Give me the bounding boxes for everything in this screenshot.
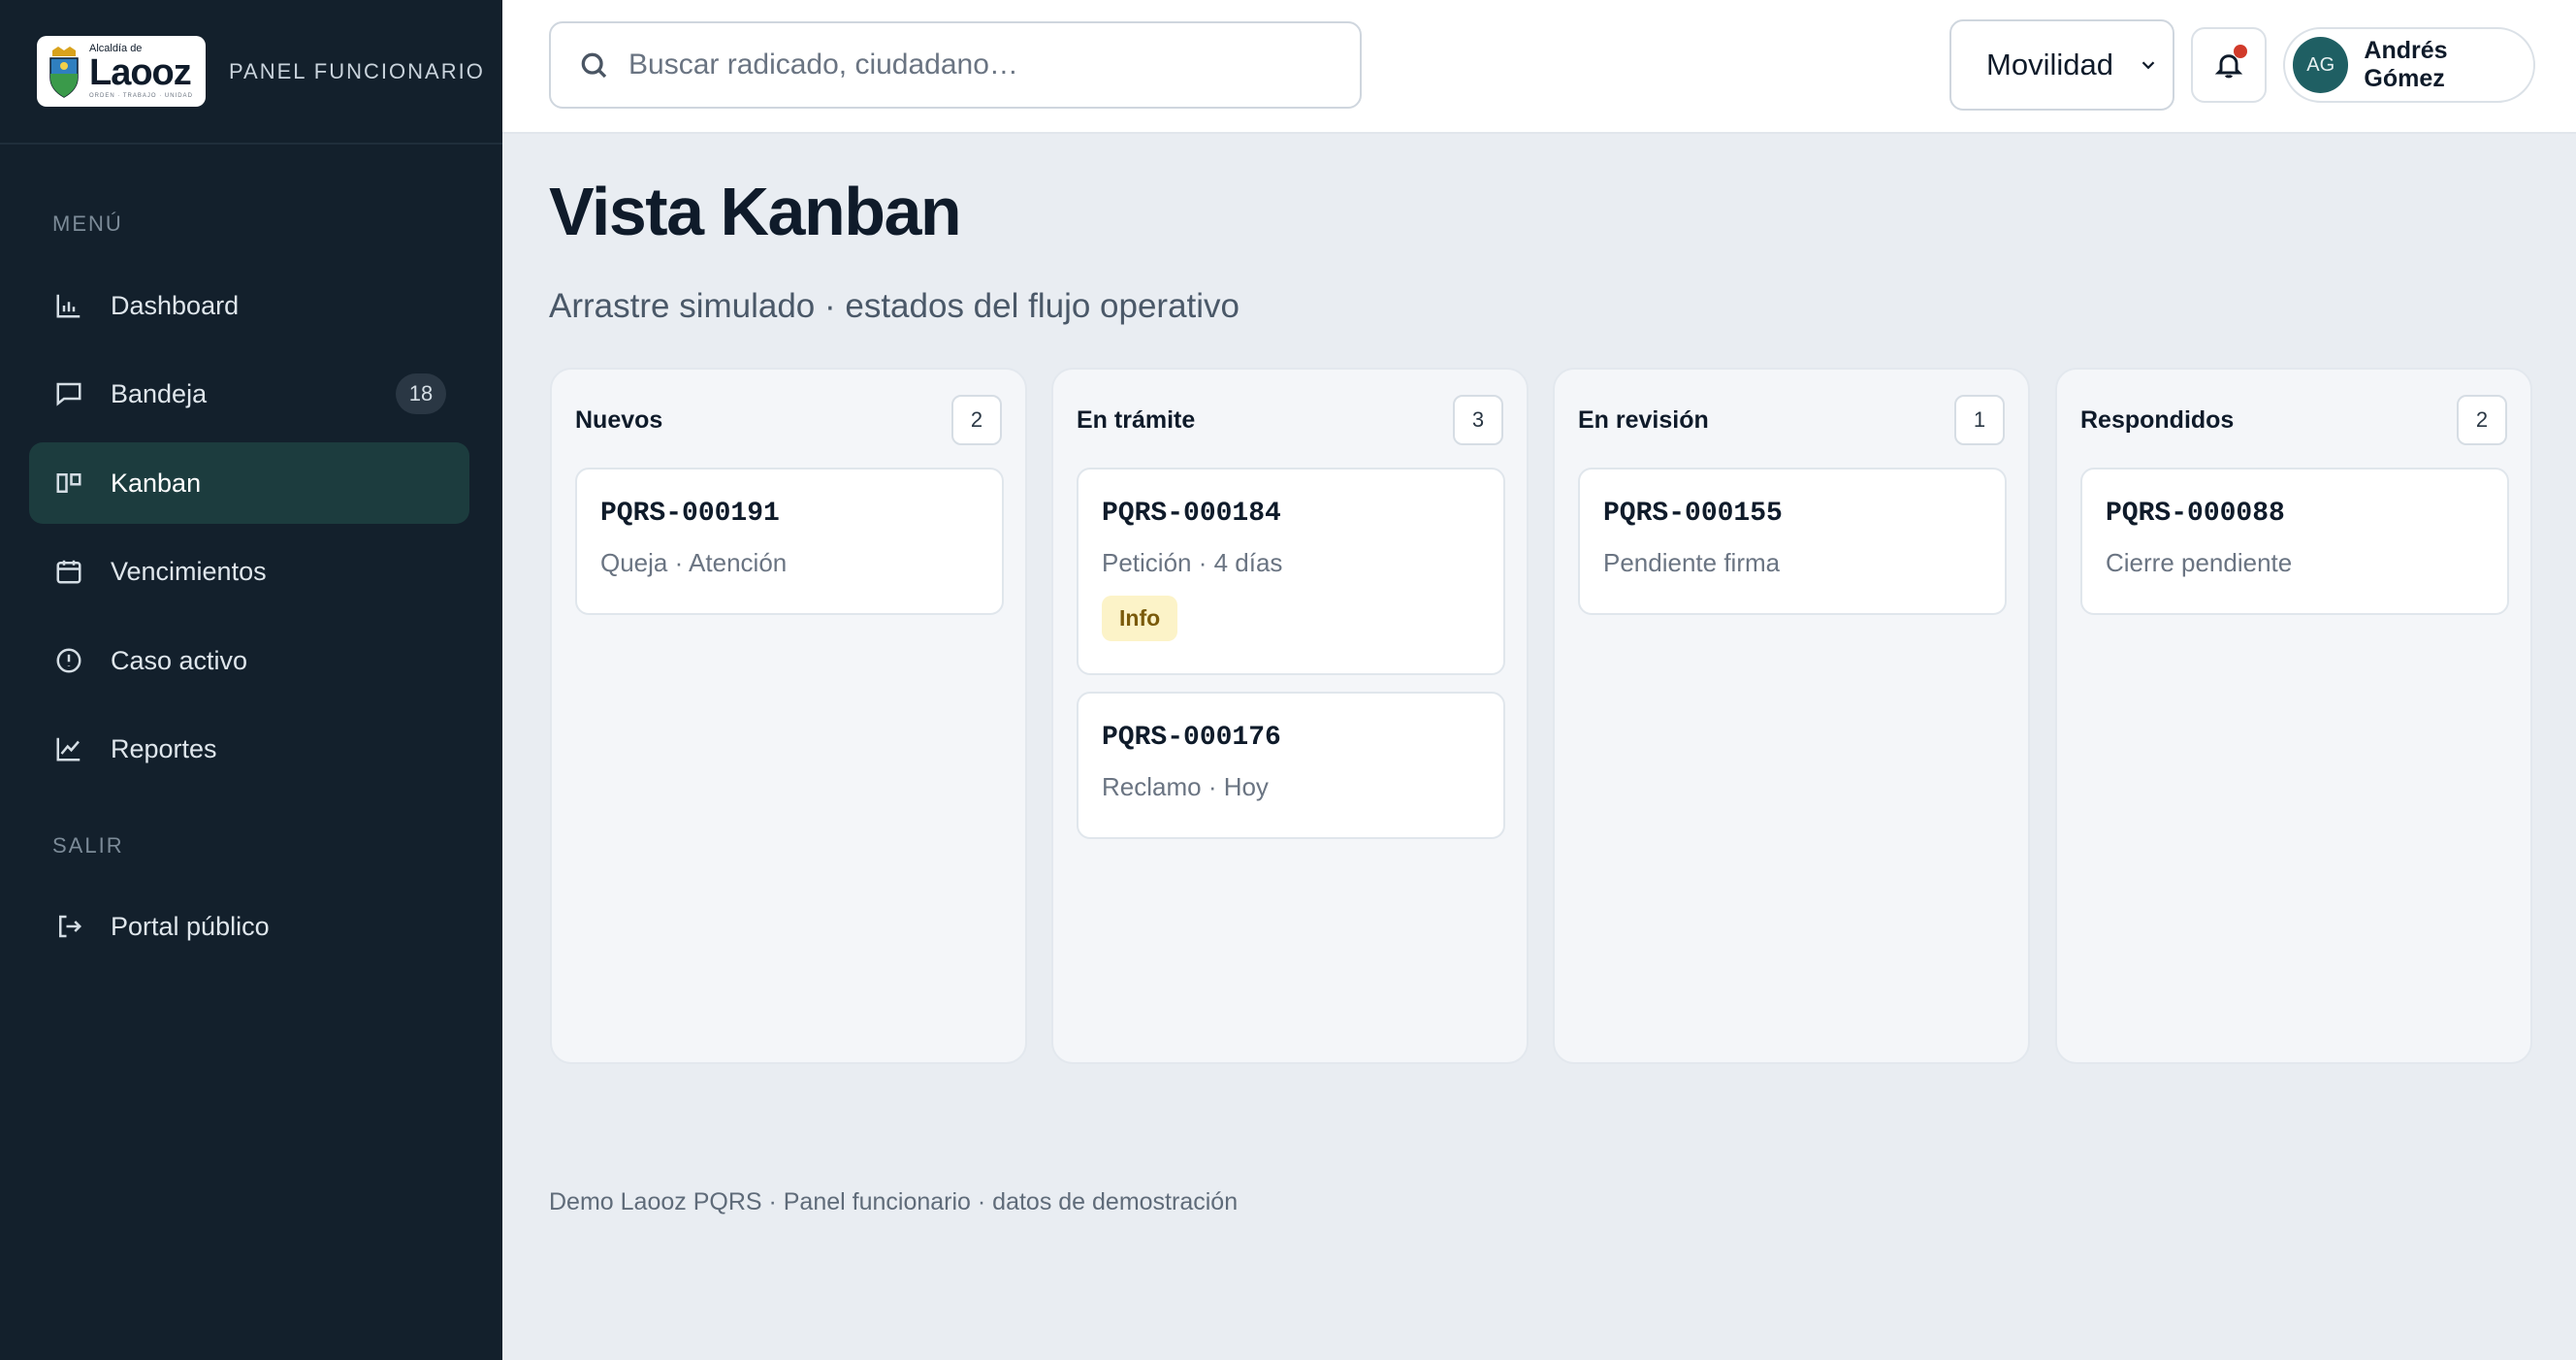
chevron-down-icon xyxy=(2141,61,2155,70)
card-id: PQRS-000155 xyxy=(1603,499,1783,529)
card-meta: Queja · Atención xyxy=(600,548,788,577)
bandeja-count-badge: 18 xyxy=(396,373,446,414)
column-count-badge: 2 xyxy=(2457,395,2507,445)
search-box[interactable] xyxy=(549,21,1362,109)
logout-icon xyxy=(52,910,85,943)
notifications-button[interactable] xyxy=(2191,27,2267,103)
kanban-column-nuevos: Nuevos 2 PQRS-000191 Queja · Atención xyxy=(550,368,1027,1064)
alert-circle-icon xyxy=(52,644,85,677)
coat-of-arms-icon xyxy=(49,46,79,98)
card-id: PQRS-000191 xyxy=(600,499,780,529)
info-tag: Info xyxy=(1102,596,1178,641)
card-id: PQRS-000176 xyxy=(1102,723,1281,753)
user-menu[interactable]: AG Andrés Gómez xyxy=(2283,27,2535,103)
column-count-badge: 3 xyxy=(1453,395,1503,445)
menu-section-label: MENÚ xyxy=(52,211,123,236)
calendar-icon xyxy=(52,555,85,588)
card-meta: Reclamo · Hoy xyxy=(1102,772,1269,801)
sidebar-item-label: Vencimientos xyxy=(111,556,267,586)
department-select[interactable]: Movilidad xyxy=(1949,19,2174,111)
page-footer: Demo Laooz PQRS · Panel funcionario · da… xyxy=(549,1188,1239,1215)
sidebar-item-label: Portal público xyxy=(111,911,270,941)
sidebar-item-label: Bandeja xyxy=(111,378,208,408)
kanban-column-en-tramite: En trámite 3 PQRS-000184 Petición · 4 dí… xyxy=(1051,368,1529,1064)
inbox-icon xyxy=(52,377,85,410)
sidebar-item-kanban[interactable]: Kanban xyxy=(29,442,469,524)
sidebar-item-label: Reportes xyxy=(111,733,217,763)
topbar: Movilidad AG Andrés Gómez xyxy=(502,0,2576,134)
kanban-icon xyxy=(52,467,85,500)
sidebar-item-label: Kanban xyxy=(111,468,202,498)
column-title: Respondidos xyxy=(2080,405,2235,434)
kanban-card[interactable]: PQRS-000191 Queja · Atención xyxy=(575,468,1004,615)
exit-section-label: SALIR xyxy=(52,833,124,858)
card-id: PQRS-000184 xyxy=(1102,499,1281,529)
card-meta: Cierre pendiente xyxy=(2106,548,2293,577)
bar-chart-icon xyxy=(52,289,85,322)
column-count-badge: 1 xyxy=(1954,395,2005,445)
card-meta: Petición · 4 días xyxy=(1102,548,1283,577)
card-meta: Pendiente firma xyxy=(1603,548,1781,577)
kanban-column-respondidos: Respondidos 2 PQRS-000088 Cierre pendien… xyxy=(2055,368,2532,1064)
page-title: Vista Kanban xyxy=(549,174,962,249)
sidebar-item-reportes[interactable]: Reportes xyxy=(29,708,469,790)
department-select-value: Movilidad xyxy=(1986,48,2113,81)
sidebar-item-dashboard[interactable]: Dashboard xyxy=(29,265,469,346)
card-id: PQRS-000088 xyxy=(2106,499,2285,529)
sidebar-item-portal-publico[interactable]: Portal público xyxy=(29,886,469,967)
avatar: AG xyxy=(2293,37,2349,93)
search-icon xyxy=(581,52,607,79)
sidebar-item-vencimientos[interactable]: Vencimientos xyxy=(29,531,469,612)
column-title: Nuevos xyxy=(575,405,663,434)
column-title: En trámite xyxy=(1077,405,1196,434)
kanban-column-en-revision: En revisión 1 PQRS-000155 Pendiente firm… xyxy=(1553,368,2030,1064)
page-subtitle: Arrastre simulado · estados del flujo op… xyxy=(549,287,1240,325)
logo-tagline: ORDEN · TRABAJO · UNIDAD xyxy=(89,93,193,99)
logo-name: Laooz xyxy=(89,52,192,93)
kanban-card[interactable]: PQRS-000088 Cierre pendiente xyxy=(2080,468,2509,615)
brand-header: Alcaldía de Laooz ORDEN · TRABAJO · UNID… xyxy=(0,0,502,145)
panel-label: PANEL FUNCIONARIO xyxy=(229,58,485,83)
notification-dot xyxy=(2234,45,2247,58)
sidebar-item-bandeja[interactable]: Bandeja 18 xyxy=(29,353,469,435)
sidebar-item-caso-activo[interactable]: Caso activo xyxy=(29,620,469,701)
sidebar-item-label: Dashboard xyxy=(111,290,240,320)
laooz-logo[interactable]: Alcaldía de Laooz ORDEN · TRABAJO · UNID… xyxy=(37,36,206,107)
line-chart-icon xyxy=(52,732,85,765)
kanban-card[interactable]: PQRS-000176 Reclamo · Hoy xyxy=(1077,692,1505,839)
search-input[interactable] xyxy=(628,49,1307,81)
user-name: Andrés Gómez xyxy=(2364,37,2448,92)
column-title: En revisión xyxy=(1578,405,1709,434)
sidebar-item-label: Caso activo xyxy=(111,645,248,675)
kanban-card[interactable]: PQRS-000184 Petición · 4 días Info xyxy=(1077,468,1505,675)
kanban-card[interactable]: PQRS-000155 Pendiente firma xyxy=(1578,468,2007,615)
column-count-badge: 2 xyxy=(951,395,1002,445)
sidebar: Alcaldía de Laooz ORDEN · TRABAJO · UNID… xyxy=(0,0,502,1360)
